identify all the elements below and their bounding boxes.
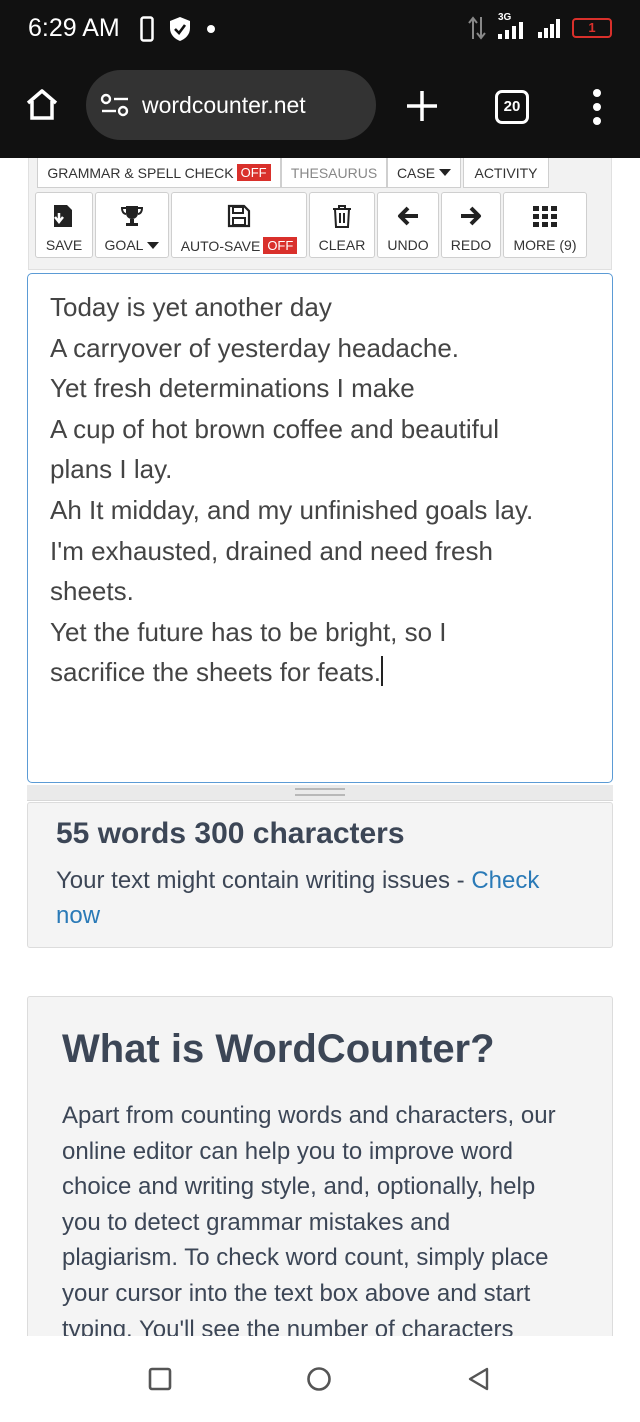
site-settings-icon[interactable] [100,93,130,117]
plus-icon[interactable] [404,88,440,124]
about-line: choice and writing style, and, optionall… [62,1173,536,1201]
about-line: online editor can help you to improve wo… [62,1137,513,1165]
thesaurus-tab[interactable]: THESAURUS [281,158,387,188]
chevron-down-icon [439,169,452,176]
about-line: Apart from counting words and characters… [62,1102,556,1129]
save-button[interactable]: SAVE [35,192,93,258]
writing-issues-text: Your text might contain writing issues - [56,867,472,894]
home-icon[interactable] [24,86,60,122]
recents-square-icon[interactable] [147,1366,173,1392]
editor-line: A carryover of yesterday headache. [50,332,460,363]
browser-toolbar: wordcounter.net 20 [0,58,640,158]
editor-resize-handle[interactable] [27,785,613,801]
signal-2-icon [538,19,560,38]
undo-label: UNDO [387,237,429,253]
home-circle-icon[interactable] [306,1366,332,1392]
editor-line: Ah It midday, and my unfinished goals la… [50,494,534,525]
tabs-icon[interactable]: 20 [495,90,529,124]
sim-card-icon [140,16,154,42]
goal-button[interactable]: GOAL [95,192,169,258]
grid-icon [533,206,557,227]
activity-label: ACTIVITY [474,164,538,181]
grammar-check-label: GRAMMAR & SPELL CHECK [47,164,234,181]
back-triangle-icon[interactable] [466,1366,492,1392]
status-icons-left [140,16,216,42]
autosave-toggle[interactable]: AUTO-SAVE OFF [171,192,307,258]
signal-3g: 3G [496,12,526,42]
writing-issues-message: Your text might contain writing issues -… [56,863,584,933]
autosave-label: AUTO-SAVE [180,237,261,254]
system-nav-bar [0,1336,640,1422]
resize-grip-icon [295,788,345,796]
status-icons-right: 3G 1 [468,12,612,42]
case-label: CASE [396,164,436,181]
about-title: What is WordCounter? [62,1027,495,1071]
clear-label: CLEAR [318,237,366,253]
case-dropdown[interactable]: CASE [387,158,461,188]
arrow-right-icon [461,206,481,226]
shield-check-icon [170,17,190,41]
word-count-panel: 55 words 300 characters Your text might … [27,802,613,948]
status-bar: 6:29 AM 3G 1 [0,0,640,58]
activity-tab[interactable]: ACTIVITY [463,158,549,188]
url-text: wordcounter.net [142,91,306,118]
redo-button[interactable]: REDO [441,192,501,258]
grammar-off-badge: OFF [236,164,271,181]
about-body: Apart from counting words and characters… [62,1098,578,1336]
text-editor[interactable]: Today is yet another day A carryover of … [27,273,613,783]
address-bar[interactable]: wordcounter.net [86,70,376,140]
editor-last-line: sacrifice the sheets for feats. [50,652,590,693]
editor-toolbar: GRAMMAR & SPELL CHECK OFF THESAURUS CASE… [28,158,612,270]
editor-line: sacrifice the sheets for feats. [50,657,381,688]
about-section: What is WordCounter? Apart from counting… [27,996,613,1336]
data-transfer-icon [468,16,486,40]
text-cursor [380,656,383,687]
signal-icon [498,22,523,39]
more-label: MORE (9) [513,237,577,253]
word-character-count: 55 words 300 characters [56,817,405,850]
battery-level: 1 [588,20,596,35]
chevron-down-icon [147,241,160,249]
about-line: your cursor into the text box above and … [62,1279,531,1307]
autosave-off-badge: OFF [263,237,298,254]
editor-line: Yet the future has to be bright, so I [50,616,447,647]
page-content: GRAMMAR & SPELL CHECK OFF THESAURUS CASE… [0,158,640,1336]
undo-button[interactable]: UNDO [377,192,439,258]
about-line: typing. You'll see the number of charact… [62,1315,514,1336]
editor-line: sheets. [50,576,134,607]
battery-icon: 1 [572,18,612,38]
grammar-check-toggle[interactable]: GRAMMAR & SPELL CHECK OFF [37,158,281,188]
editor-line: I'm exhausted, drained and need fresh [50,535,493,566]
more-vert-icon[interactable] [590,88,604,126]
more-button[interactable]: MORE (9) [503,192,587,258]
goal-label: GOAL [104,237,144,253]
arrow-left-icon [398,206,418,226]
notification-dot-icon [207,25,215,33]
status-time: 6:29 AM [28,14,120,42]
trophy-icon [120,206,144,226]
editor-line: Today is yet another day [50,292,332,322]
editor-line: plans I lay. [50,454,173,485]
thesaurus-label: THESAURUS [290,164,378,181]
trash-icon [333,205,351,228]
clear-button[interactable]: CLEAR [309,192,375,258]
floppy-disk-icon [227,204,251,228]
editor-line: Yet fresh determinations I make [50,373,415,404]
redo-label: REDO [450,237,492,253]
about-line: plagiarism. To check word count, simply … [62,1244,549,1272]
about-line: you to detect grammar mistakes and [62,1208,451,1236]
save-label: SAVE [45,237,83,253]
editor-line: A cup of hot brown coffee and beautiful [50,413,500,444]
save-download-icon [54,205,72,227]
